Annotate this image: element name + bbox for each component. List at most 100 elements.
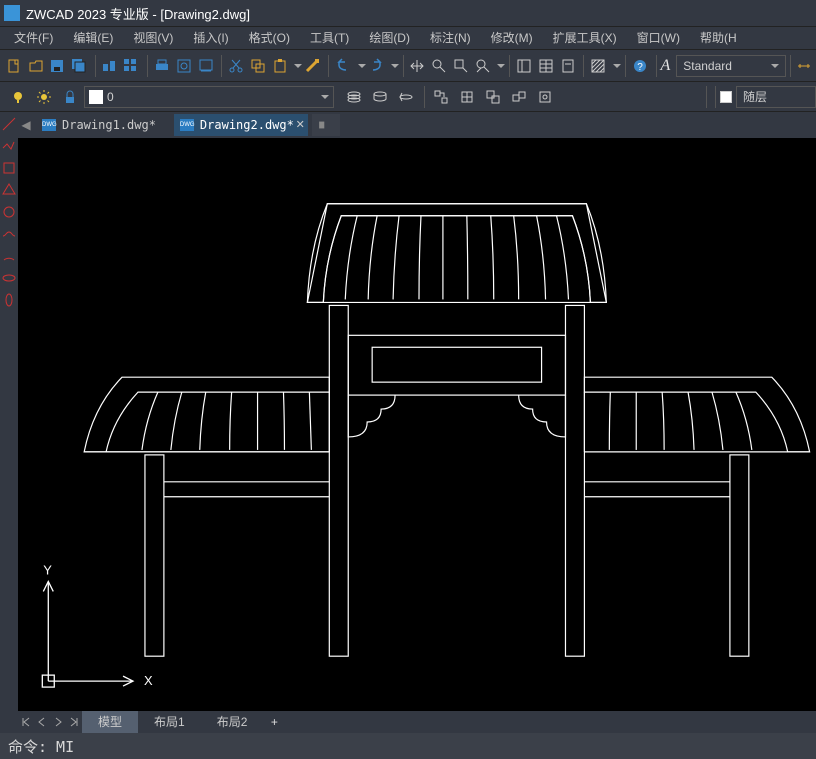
menu-help[interactable]: 帮助(H	[690, 26, 747, 50]
command-line[interactable]: 命令: MI	[0, 733, 816, 759]
table-button[interactable]	[536, 54, 556, 78]
menu-modify[interactable]: 修改(M)	[481, 26, 543, 50]
layout-next-button[interactable]	[50, 713, 66, 731]
paste-button[interactable]	[270, 54, 290, 78]
new-tab-button[interactable]	[312, 114, 340, 136]
side-tool-1[interactable]	[1, 116, 17, 132]
file-tab-label: Drawing1.dwg*	[62, 118, 156, 132]
layer-combo[interactable]: 0	[84, 86, 334, 108]
layer-iso-button[interactable]	[368, 85, 392, 109]
textstyle-icon: A	[660, 57, 670, 75]
dwg-icon	[42, 119, 56, 131]
zoom-prev-button[interactable]	[473, 54, 493, 78]
dimlinear-icon[interactable]	[794, 54, 814, 78]
layer-prev-button[interactable]	[394, 85, 418, 109]
layer-toolbar: 0 随层	[0, 82, 816, 112]
matchprops-button[interactable]	[302, 54, 322, 78]
side-tool-5[interactable]	[1, 204, 17, 220]
block-create-button[interactable]	[455, 85, 479, 109]
side-tool-4[interactable]	[1, 182, 17, 198]
file-tabstrip: ◀ Drawing1.dwg* Drawing2.dwg* ✕	[18, 112, 816, 138]
print-preview-button[interactable]	[174, 54, 194, 78]
side-tool-3[interactable]	[1, 160, 17, 176]
lock-icon[interactable]	[58, 85, 82, 109]
color-combo[interactable]: 随层	[736, 86, 816, 108]
menu-draw[interactable]: 绘图(D)	[359, 26, 420, 50]
paste-dropdown[interactable]	[291, 64, 302, 68]
dwg-icon	[180, 119, 194, 131]
menu-window[interactable]: 窗口(W)	[627, 26, 690, 50]
layer-states-button[interactable]	[342, 85, 366, 109]
block-insert-button[interactable]	[429, 85, 453, 109]
side-tool-9[interactable]	[1, 292, 17, 308]
main-toolbar: ? A Standard	[0, 50, 816, 82]
menu-ext[interactable]: 扩展工具(X)	[543, 26, 627, 50]
layer-color-swatch	[89, 90, 103, 104]
saveall-button[interactable]	[69, 54, 89, 78]
cut-button[interactable]	[226, 54, 246, 78]
layout-tab-layout2[interactable]: 布局2	[201, 711, 264, 733]
block-attr-button[interactable]	[533, 85, 557, 109]
layout-tab-model[interactable]: 模型	[82, 711, 138, 733]
hatch-dropdown[interactable]	[610, 64, 621, 68]
new-button[interactable]	[4, 54, 24, 78]
file-tab-drawing2[interactable]: Drawing2.dwg* ✕	[174, 114, 308, 136]
menu-dim[interactable]: 标注(N)	[420, 26, 481, 50]
print-button[interactable]	[152, 54, 172, 78]
layout-last-button[interactable]	[66, 713, 82, 731]
followlayer-label: 随层	[743, 88, 767, 105]
calc-button[interactable]	[558, 54, 578, 78]
layout-add-button[interactable]: +	[263, 715, 285, 729]
app-icon	[4, 5, 20, 21]
side-tool-6[interactable]	[1, 226, 17, 242]
layout-prev-button[interactable]	[34, 713, 50, 731]
axis-y-label: Y	[43, 562, 52, 577]
menu-view[interactable]: 视图(V)	[123, 26, 183, 50]
widgets1-button[interactable]	[100, 54, 120, 78]
textstyle-combo[interactable]: Standard	[676, 55, 785, 77]
layer-value: 0	[107, 90, 114, 104]
menu-file[interactable]: 文件(F)	[4, 26, 63, 50]
hatch-button[interactable]	[588, 54, 608, 78]
open-button[interactable]	[26, 54, 46, 78]
zoom-window-button[interactable]	[451, 54, 471, 78]
menu-insert[interactable]: 插入(I)	[183, 26, 238, 50]
redo-dropdown[interactable]	[388, 64, 399, 68]
redo-button[interactable]	[366, 54, 386, 78]
menu-format[interactable]: 格式(O)	[239, 26, 300, 50]
file-tab-drawing1[interactable]: Drawing1.dwg*	[36, 114, 170, 136]
undo-dropdown[interactable]	[355, 64, 366, 68]
drawing-canvas[interactable]: X Y	[18, 138, 816, 711]
side-tool-8[interactable]	[1, 270, 17, 286]
tabstrip-prev-button[interactable]: ◀	[22, 118, 30, 132]
zoom-button[interactable]	[429, 54, 449, 78]
layout-tab-layout1[interactable]: 布局1	[138, 711, 201, 733]
block-write-button[interactable]	[507, 85, 531, 109]
save-button[interactable]	[48, 54, 68, 78]
layout-first-button[interactable]	[18, 713, 34, 731]
menu-edit[interactable]: 编辑(E)	[63, 26, 123, 50]
publish-button[interactable]	[196, 54, 216, 78]
sun-icon[interactable]	[32, 85, 56, 109]
side-tool-7[interactable]	[1, 248, 17, 264]
window-title: ZWCAD 2023 专业版 - [Drawing2.dwg]	[26, 4, 250, 23]
left-toolbar	[0, 112, 18, 711]
current-color-swatch[interactable]	[720, 91, 732, 103]
help-button[interactable]: ?	[630, 54, 650, 78]
menu-tools[interactable]: 工具(T)	[300, 26, 359, 50]
file-tab-label: Drawing2.dwg*	[200, 118, 294, 132]
block-edit-button[interactable]	[481, 85, 505, 109]
textstyle-value: Standard	[683, 59, 732, 73]
side-tool-2[interactable]	[1, 138, 17, 154]
close-tab-button[interactable]: ✕	[296, 118, 305, 131]
layout-tabstrip: 模型 布局1 布局2 +	[18, 711, 816, 733]
pan-button[interactable]	[407, 54, 427, 78]
lightbulb-icon[interactable]	[6, 85, 30, 109]
command-text: 命令: MI	[8, 736, 74, 757]
svg-text:?: ?	[637, 62, 643, 73]
undo-button[interactable]	[333, 54, 353, 78]
properties-panel-button[interactable]	[514, 54, 534, 78]
zoom-dropdown[interactable]	[494, 64, 505, 68]
widgets2-button[interactable]	[122, 54, 142, 78]
copy-button[interactable]	[248, 54, 268, 78]
